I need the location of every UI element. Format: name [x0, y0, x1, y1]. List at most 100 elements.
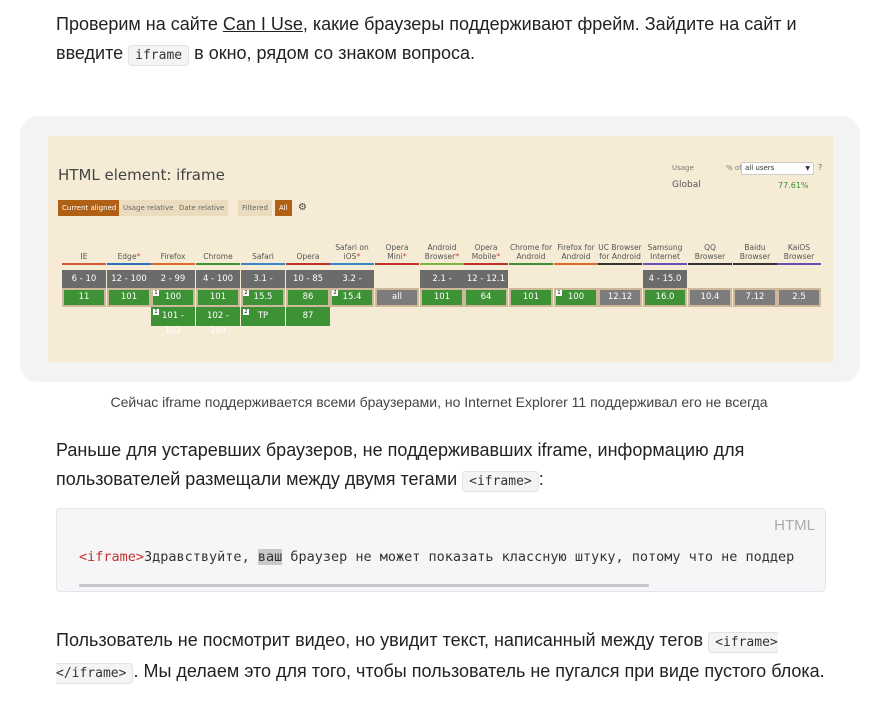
browser-name: KaiOS Browser [783, 243, 815, 261]
note-marker: 1 [153, 309, 159, 315]
browser-color-bar [196, 263, 240, 265]
support-cell-version: 101 [209, 292, 227, 302]
paragraph-2-text: Раньше для устаревших браузеров, не подд… [56, 440, 745, 489]
browser-header: Firefox for Android [554, 243, 598, 261]
support-cell[interactable]: 101 [107, 288, 151, 307]
support-cell[interactable]: 3.1 - 15.4 [241, 270, 285, 299]
support-cell[interactable]: 102 - 104 [196, 307, 240, 336]
intro-paragraph: Проверим на сайте Can I Use, какие брауз… [56, 10, 846, 70]
support-cell-version: 7.12 [745, 292, 765, 302]
select-arrow-icon: ▼ [805, 165, 810, 172]
support-cell-version: TP [257, 311, 269, 321]
support-cell[interactable]: 12 - 12.1 [464, 270, 508, 289]
code-block[interactable]: HTML <iframe>Здравствуйте, ваш браузер н… [56, 508, 826, 592]
support-cell[interactable]: 101 - 102 1 [151, 307, 195, 336]
toolbar-filtered[interactable]: Filtered [238, 200, 272, 216]
support-cell[interactable]: 86 [286, 288, 330, 307]
browser-header: Baidu Browser [733, 243, 777, 261]
browser-name: Chrome [203, 252, 233, 261]
usage-select[interactable]: all users ▼ [741, 162, 814, 175]
support-cell[interactable]: 2.1 - 4.4.4 [420, 270, 464, 299]
code-scrollbar[interactable] [79, 584, 649, 587]
support-cell[interactable]: 4 - 100 [196, 270, 240, 289]
browser-header: Chrome [196, 252, 240, 261]
paragraph-2-after: : [538, 469, 544, 489]
note-marker: 2 [243, 309, 249, 315]
support-cell[interactable]: 16.0 [643, 288, 687, 307]
caniuse-link[interactable]: Can I Use [223, 14, 303, 34]
support-cell-version: 101 [433, 292, 451, 302]
support-cell-version: 12.12 [607, 292, 633, 302]
support-cell[interactable]: 101 [509, 288, 553, 307]
toolbar-all[interactable]: All [275, 200, 292, 216]
support-cell[interactable]: 101 [420, 288, 464, 307]
caniuse-figure: HTML element: iframe Usage % of all user… [20, 116, 860, 382]
support-cell[interactable]: 6 - 10 [62, 270, 106, 289]
support-cell-version: 12 - 100 [111, 274, 147, 284]
paragraph-3: Пользователь не посмотрит видео, но увид… [56, 626, 846, 688]
support-cell[interactable]: 12.12 [598, 288, 642, 307]
support-cell[interactable]: 2 - 99 [151, 270, 195, 289]
browser-header: Firefox [151, 252, 195, 261]
help-icon[interactable]: ? [818, 163, 822, 172]
support-cell[interactable]: 87 [286, 307, 330, 326]
support-cell[interactable]: 15.5 2 [241, 288, 285, 307]
browser-header: Opera Mini* [375, 243, 419, 261]
support-cell-version: 86 [302, 292, 314, 302]
browser-header: KaiOS Browser [777, 243, 821, 261]
browser-header: IE [62, 252, 106, 261]
usage-label: Usage [672, 164, 694, 172]
toolbar-current-aligned[interactable]: Current aligned [58, 200, 121, 216]
support-cell-version: 101 [522, 292, 540, 302]
support-cell[interactable]: 15.4 2 [330, 288, 374, 307]
support-cell[interactable]: 7.12 [733, 288, 777, 307]
note-marker: 1 [153, 290, 159, 296]
support-cell[interactable]: 4 - 15.0 [643, 270, 687, 289]
support-cell[interactable]: all [375, 288, 419, 307]
browser-name: IE [80, 252, 88, 261]
browser-name: UC Browser for Android [598, 243, 642, 261]
figure-caption: Сейчас iframe поддерживается всеми брауз… [110, 394, 768, 410]
browser-name: Edge [117, 252, 137, 261]
toolbar-date-relative[interactable]: Date relative [175, 200, 229, 216]
gear-icon[interactable]: ⚙ [298, 200, 307, 216]
support-cell-version: 15.5 [253, 292, 273, 302]
inline-code-iframe-tag: <iframe> [462, 471, 539, 492]
support-cell[interactable]: 101 [196, 288, 240, 307]
support-cell[interactable]: 12 - 100 [107, 270, 151, 289]
browser-header: Edge* [107, 252, 151, 261]
browser-color-bar [107, 263, 151, 265]
support-cell[interactable]: 10 - 85 [286, 270, 330, 289]
usage-of-label: % of [726, 164, 742, 172]
browser-name: Opera Mobile [471, 243, 498, 261]
browser-color-bar [151, 263, 195, 265]
toolbar-usage-relative[interactable]: Usage relative [119, 200, 178, 216]
support-cell-version: 6 - 10 [71, 274, 97, 284]
browser-color-bar [643, 263, 687, 265]
browser-color-bar [509, 263, 553, 265]
browser-color-bar [688, 263, 732, 265]
browser-name: QQ Browser [694, 243, 726, 261]
support-cell[interactable]: 10.4 [688, 288, 732, 307]
browser-header: Safari on iOS* [330, 243, 374, 261]
support-cell-version: 4 - 15.0 [648, 274, 682, 284]
support-cell[interactable]: 64 [464, 288, 508, 307]
browser-name: Safari on iOS [335, 243, 369, 261]
support-cell[interactable]: TP 2 [241, 307, 285, 326]
code-selection: ваш [257, 549, 283, 565]
support-cell-version: 10.4 [700, 292, 720, 302]
support-cell[interactable]: 11 [62, 288, 106, 307]
browser-header: QQ Browser [688, 243, 732, 261]
intro-text: Проверим на сайте [56, 14, 223, 34]
browser-header: Opera Mobile* [464, 243, 508, 261]
paragraph-2: Раньше для устаревших браузеров, не подд… [56, 436, 846, 496]
support-cell-version: 64 [480, 292, 492, 302]
support-cell[interactable]: 2.5 [777, 288, 821, 307]
support-cell[interactable]: 3.2 - 15.3 [330, 270, 374, 299]
browser-name: Firefox [160, 252, 186, 261]
support-cell[interactable]: 100 1 [151, 288, 195, 307]
browser-color-bar [777, 263, 821, 265]
support-cell[interactable]: 100 1 [554, 288, 598, 307]
browser-asterisk: * [496, 252, 501, 261]
browser-header: Samsung Internet [643, 243, 687, 261]
